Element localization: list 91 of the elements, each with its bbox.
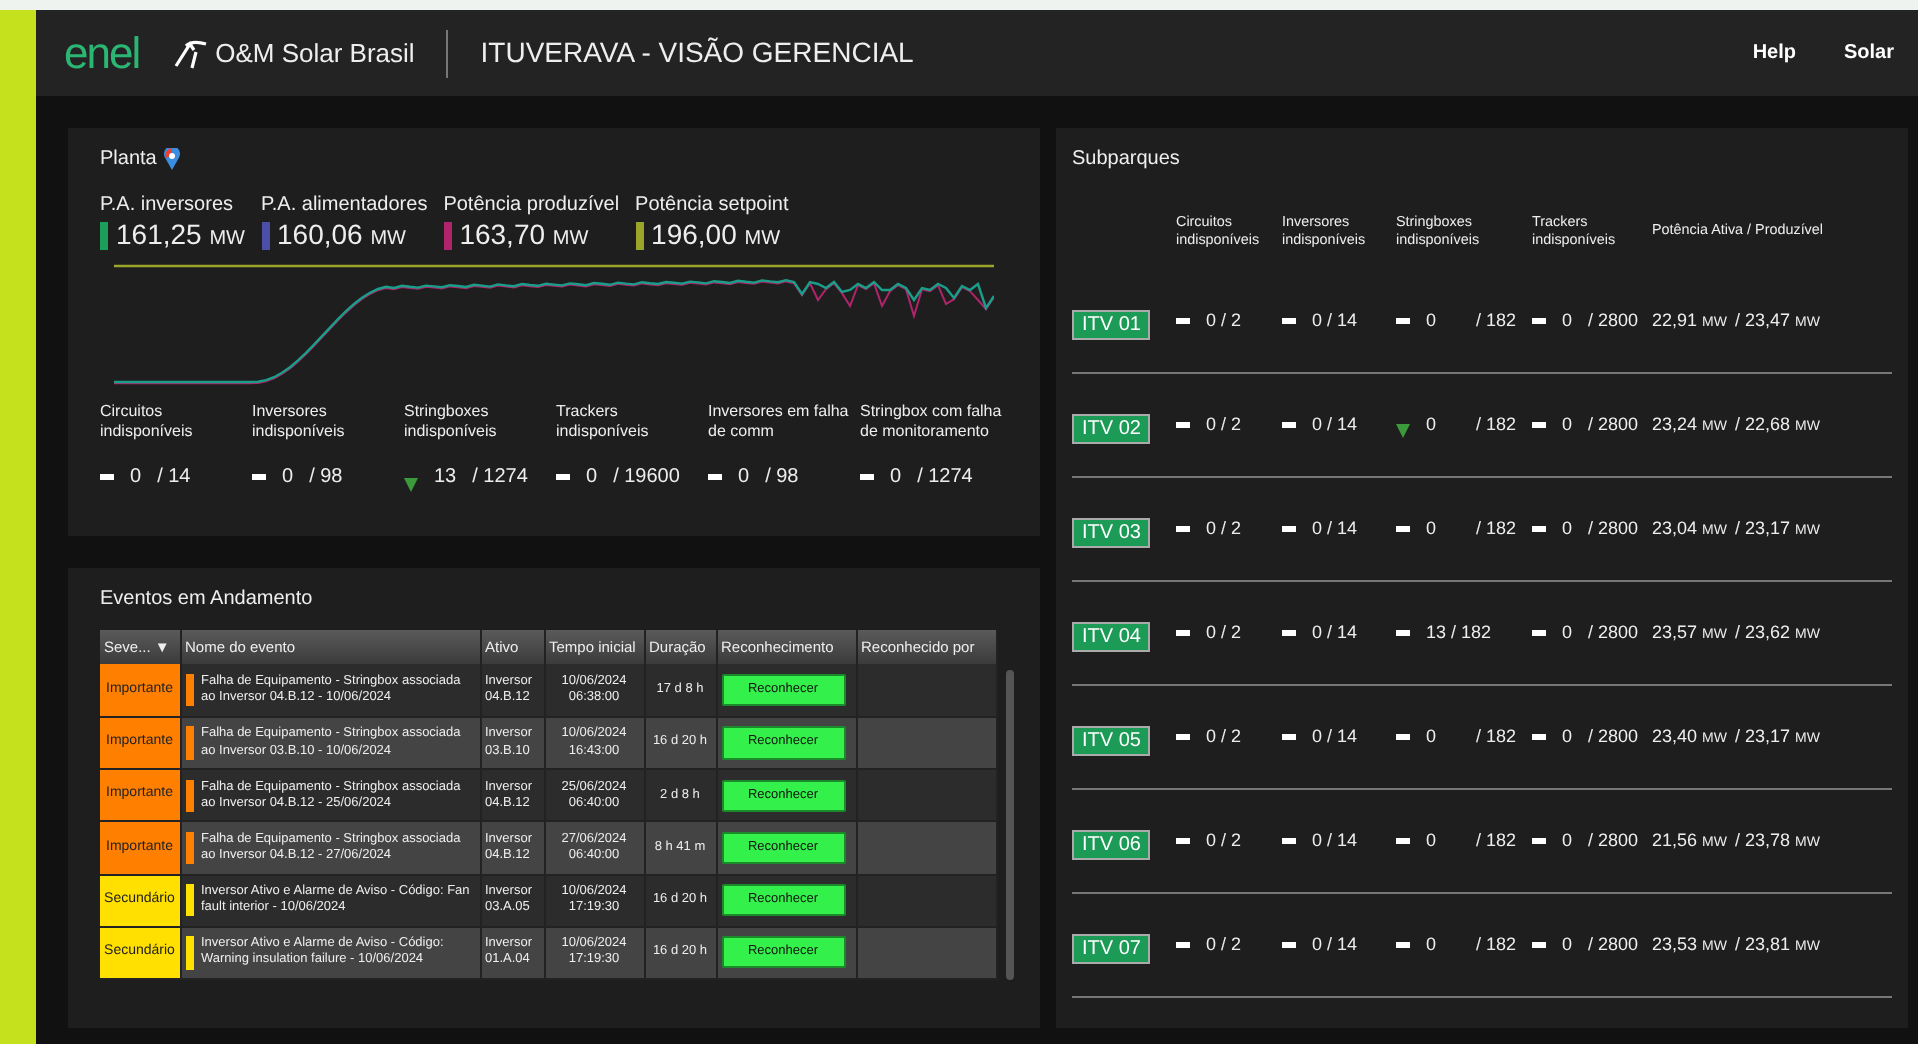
stat-value: 13 [434, 464, 457, 492]
stat-label: Stringbox com falha de monitoramento [860, 402, 1004, 444]
subpark-value: 0 / 2 [1206, 515, 1242, 542]
subpark-total: / 182 [1475, 515, 1516, 542]
subpark-total: / 2800 [1588, 515, 1639, 542]
stat-label: Circuitos indisponíveis [100, 402, 195, 444]
subpark-total: / 182 [1475, 723, 1516, 750]
stat-value: 0 [586, 464, 598, 492]
panel-title: Eventos em Andamento [100, 586, 315, 614]
metric-value: 163,70 MW [459, 220, 589, 250]
subpark-value: 0 / 2 [1206, 827, 1242, 854]
subpark-value: 0 [1426, 827, 1437, 854]
subpark-tag[interactable]: ITV 04 [1072, 621, 1151, 651]
stat-value: 0 [738, 464, 750, 492]
windmill-icon [171, 37, 208, 69]
subpark-value: 0 [1562, 515, 1573, 542]
stat-total: / 1274 [472, 464, 528, 492]
severity-bar [185, 884, 193, 917]
subpark-tag[interactable]: ITV 06 [1072, 829, 1151, 859]
subpark-value: 0 / 14 [1312, 723, 1358, 750]
subpark-total: / 182 [1475, 307, 1516, 334]
subpark-value: 0 [1562, 827, 1573, 854]
subpark-value: 0 [1562, 307, 1573, 334]
subpark-total: / 2800 [1588, 619, 1639, 646]
subpark-value: 0 [1426, 723, 1437, 750]
metric-label: P.A. alimentadores [261, 192, 428, 220]
subpark-tag[interactable]: ITV 05 [1072, 725, 1151, 755]
subpark-value: 0 / 2 [1206, 619, 1242, 646]
subpark-total: / 2800 [1588, 931, 1639, 958]
metric-value: 196,00 MW [651, 220, 781, 250]
stat-value: 0 [890, 464, 902, 492]
subpark-tag[interactable]: ITV 07 [1072, 933, 1151, 963]
subpark-value: 0 / 14 [1312, 515, 1358, 542]
subpark-value: 13 / 182 [1426, 619, 1492, 646]
subpark-value: 0 / 2 [1206, 307, 1242, 334]
subpark-total: / 182 [1475, 827, 1516, 854]
subpark-value: 0 / 14 [1312, 619, 1358, 646]
subpark-value: 0 / 14 [1312, 411, 1358, 438]
nav-link[interactable]: Help [1752, 38, 1796, 68]
stat-value: 0 [130, 464, 142, 492]
stat-total: / 14 [157, 464, 191, 492]
stat-label: Stringboxes indisponíveis [404, 402, 499, 444]
severity-bar [185, 831, 193, 865]
stat-value: 0 [282, 464, 294, 492]
panel-title: Planta [100, 146, 157, 174]
subpark-value: 0 [1426, 515, 1437, 542]
severity-bar [185, 726, 193, 760]
subpark-value: 0 / 2 [1206, 723, 1242, 750]
stat-total: / 1274 [917, 464, 973, 492]
subpark-value: 0 [1426, 931, 1437, 958]
metric-value: 161,25 MW [116, 220, 245, 250]
stat-total: / 98 [765, 464, 799, 492]
subpark-total: / 2800 [1588, 307, 1639, 334]
logo-text: enel [64, 31, 140, 75]
subpark-value: 0 / 2 [1206, 931, 1242, 958]
stat-label: Trackers indisponíveis [556, 402, 651, 444]
severity-bar [185, 936, 193, 969]
scrollbar[interactable] [1005, 670, 1013, 980]
subpark-total: / 2800 [1588, 411, 1639, 438]
subpark-value: 0 [1562, 931, 1573, 958]
subpark-value: 0 / 14 [1312, 931, 1358, 958]
stat-label: Inversores indisponíveis [252, 402, 347, 444]
subpark-total: / 182 [1475, 411, 1516, 438]
subpark-total: / 182 [1475, 931, 1516, 958]
brand-name: O&M Solar Brasil [215, 35, 415, 72]
stat-total: / 98 [309, 464, 343, 492]
metric-value: 160,06 MW [277, 220, 406, 250]
nav-link[interactable]: Solar [1843, 38, 1894, 68]
subpark-value: 0 [1426, 411, 1437, 438]
subpark-tag[interactable]: ITV 03 [1072, 517, 1151, 547]
metric-label: P.A. inversores [100, 192, 236, 220]
subpark-total: / 2800 [1588, 827, 1639, 854]
stat-label: Inversores em falha de comm [708, 402, 851, 444]
metric-label: Potência setpoint [635, 192, 789, 220]
subpark-value: 0 [1426, 307, 1437, 334]
page-title: ITUVERAVA - VISÃO GERENCIAL [480, 34, 914, 72]
subpark-value: 0 [1562, 619, 1573, 646]
subpark-tag[interactable]: ITV 02 [1072, 413, 1151, 443]
subpark-value: 0 [1562, 723, 1573, 750]
map-pin-icon [164, 148, 181, 170]
subpark-value: 0 / 14 [1312, 307, 1358, 334]
severity-bar [185, 673, 193, 707]
subpark-value: 0 [1562, 411, 1573, 438]
panel-title: Subparques [1072, 146, 1182, 174]
subpark-value: 0 / 14 [1312, 827, 1358, 854]
subpark-total: / 2800 [1588, 723, 1639, 750]
subpark-value: 0 / 2 [1206, 411, 1242, 438]
subpark-tag[interactable]: ITV 01 [1072, 309, 1151, 339]
severity-bar [185, 779, 193, 812]
stat-total: / 19600 [613, 464, 680, 492]
metric-label: Potência produzível [443, 192, 620, 220]
